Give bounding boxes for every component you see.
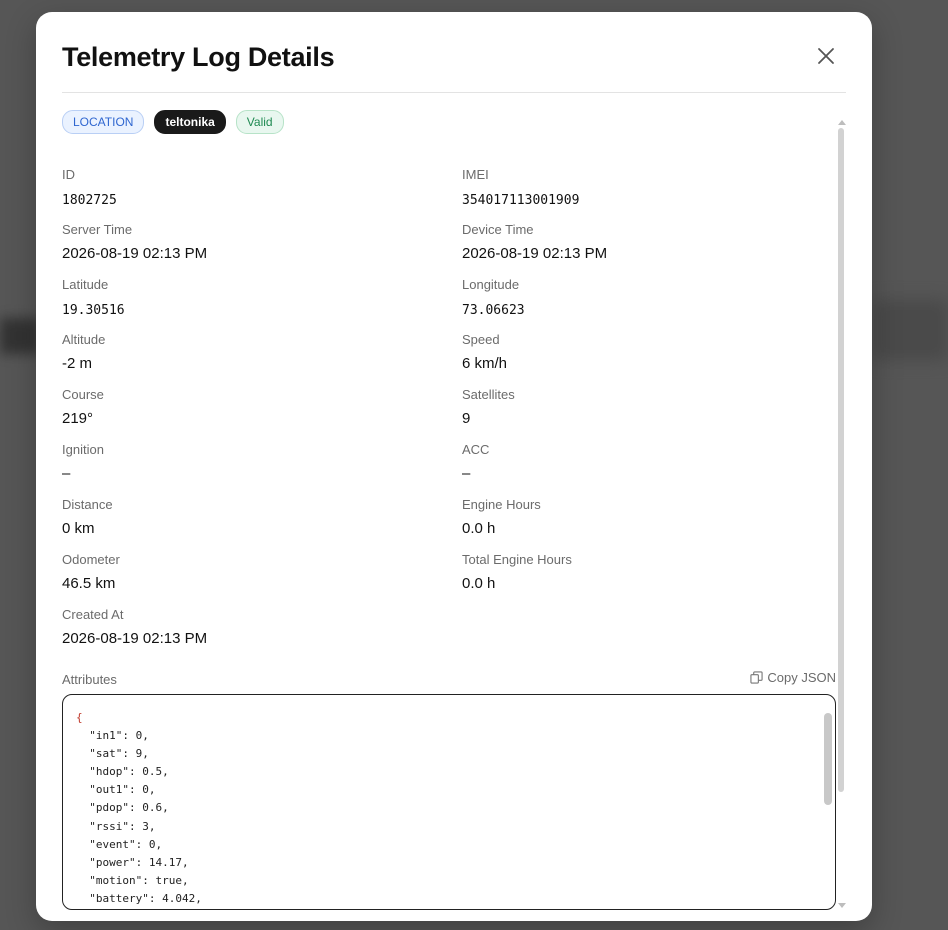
field-speed: Speed 6 km/h	[462, 332, 822, 374]
field-label: Engine Hours	[462, 497, 541, 512]
telemetry-log-dialog: Telemetry Log Details LOCATION teltonika…	[36, 12, 872, 921]
json-line: "battery": 4.042,	[76, 891, 202, 905]
json-line: "rssi": 3,	[76, 819, 156, 833]
json-line: "hdop": 0.5,	[76, 765, 169, 779]
json-line: "motion": true,	[76, 873, 189, 887]
field-server-time: Server Time 2026-08-19 02:13 PM	[62, 222, 422, 264]
field-value: –	[62, 465, 71, 482]
field-value: 6 km/h	[462, 355, 508, 372]
field-odometer: Odometer 46.5 km	[62, 552, 422, 594]
dialog-title: Telemetry Log Details	[62, 42, 335, 72]
copy-json-label: Copy JSON	[767, 670, 836, 685]
field-label: Speed	[462, 332, 500, 347]
field-course: Course 219°	[62, 387, 422, 429]
close-button[interactable]	[814, 44, 838, 68]
field-label: Distance	[62, 497, 113, 512]
dialog-header: Telemetry Log Details	[62, 12, 846, 93]
copy-json-button[interactable]: Copy JSON	[750, 670, 836, 685]
field-label: Latitude	[62, 277, 109, 292]
attributes-label: Attributes	[62, 672, 117, 687]
field-value: 0 km	[62, 520, 95, 537]
json-line: "out1": 0,	[76, 783, 156, 797]
json-line: "pdop": 0.6,	[76, 801, 169, 815]
field-value: 2026-08-19 02:13 PM	[62, 245, 208, 262]
field-latitude: Latitude 19.30516	[62, 277, 422, 321]
dialog-scrollbar-thumb[interactable]	[838, 128, 844, 792]
field-label: Created At	[62, 607, 124, 622]
field-distance: Distance 0 km	[62, 497, 422, 539]
field-value: 354017113001909	[462, 193, 580, 208]
field-value: 0.0 h	[462, 575, 496, 592]
attributes-json: { "in1": 0, "sat": 9, "hdop": 0.5, "out1…	[76, 709, 202, 908]
field-label: ACC	[462, 442, 490, 457]
dialog-body: LOCATION teltonika Valid ID 1802725 IMEI…	[62, 110, 836, 910]
field-label: Device Time	[462, 222, 534, 237]
badge-row: LOCATION teltonika Valid	[62, 110, 284, 134]
scroll-up-arrow[interactable]	[838, 120, 846, 125]
field-label: Longitude	[462, 277, 520, 292]
field-label: ID	[62, 167, 75, 182]
field-value: 0.0 h	[462, 520, 496, 537]
field-id: ID 1802725	[62, 167, 422, 211]
field-satellites: Satellites 9	[462, 387, 822, 429]
field-device-time: Device Time 2026-08-19 02:13 PM	[462, 222, 822, 264]
copy-icon	[750, 671, 763, 684]
field-value: 9	[462, 410, 471, 427]
field-value: 2026-08-19 02:13 PM	[462, 245, 608, 262]
json-line: "power": 14.17,	[76, 855, 189, 869]
type-badge: LOCATION	[62, 110, 145, 134]
field-acc: ACC –	[462, 442, 822, 484]
field-value: –	[462, 465, 471, 482]
field-label: Total Engine Hours	[462, 552, 572, 567]
field-total-engine-hours: Total Engine Hours 0.0 h	[462, 552, 822, 594]
field-ignition: Ignition –	[62, 442, 422, 484]
vendor-badge: teltonika	[154, 110, 226, 134]
field-label: Ignition	[62, 442, 104, 457]
field-label: IMEI	[462, 167, 489, 182]
field-label: Course	[62, 387, 104, 402]
field-value: 219°	[62, 410, 94, 427]
field-imei: IMEI 354017113001909	[462, 167, 822, 211]
field-longitude: Longitude 73.06623	[462, 277, 822, 321]
field-altitude: Altitude -2 m	[62, 332, 422, 374]
scroll-down-arrow[interactable]	[838, 903, 846, 908]
field-value: -2 m	[62, 355, 92, 372]
field-value: 19.30516	[62, 303, 125, 318]
validity-badge: Valid	[235, 110, 284, 134]
field-value: 1802725	[62, 193, 117, 208]
field-value: 73.06623	[462, 303, 525, 318]
field-engine-hours: Engine Hours 0.0 h	[462, 497, 822, 539]
dialog-scrollbar[interactable]	[838, 120, 846, 908]
field-created-at: Created At 2026-08-19 02:13 PM	[62, 607, 422, 649]
attributes-json-viewer[interactable]: { "in1": 0, "sat": 9, "hdop": 0.5, "out1…	[62, 694, 836, 910]
json-line: "event": 0,	[76, 837, 163, 851]
json-line: "sat": 9,	[76, 747, 149, 761]
field-value: 2026-08-19 02:13 PM	[62, 630, 208, 647]
json-line: "in1": 0,	[76, 729, 149, 743]
json-scrollbar[interactable]	[824, 713, 832, 805]
close-icon	[818, 48, 834, 64]
json-open-brace: {	[76, 711, 83, 724]
field-label: Altitude	[62, 332, 106, 347]
field-label: Server Time	[62, 222, 133, 237]
field-value: 46.5 km	[62, 575, 116, 592]
field-label: Satellites	[462, 387, 515, 402]
field-label: Odometer	[62, 552, 120, 567]
